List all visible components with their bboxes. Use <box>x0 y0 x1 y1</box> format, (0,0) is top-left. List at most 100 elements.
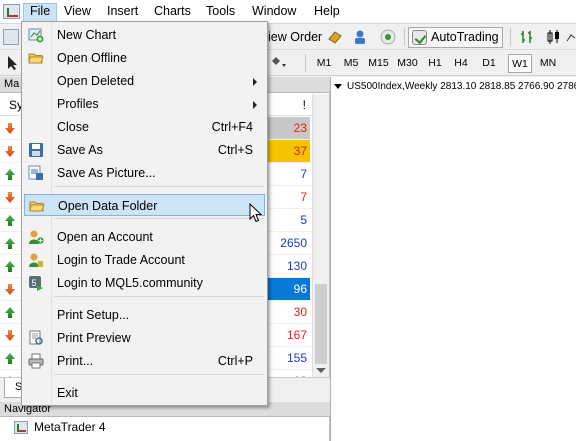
menu-item-exit[interactable]: Exit <box>24 382 265 404</box>
timeframe-m30[interactable]: M30 <box>395 54 420 73</box>
scrollbar-thumb[interactable] <box>315 284 327 364</box>
chart-symbol-header: US500Index,Weekly 2813.10 2818.85 2766.9… <box>334 81 576 92</box>
menu-item-new-chart[interactable]: New Chart <box>24 24 265 46</box>
menu-item-print-preview[interactable]: Print Preview <box>24 327 265 349</box>
dropdown-triangle-icon[interactable] <box>334 83 342 89</box>
navigator-root-item[interactable]: MetaTrader 4 <box>14 420 106 435</box>
login-icon <box>28 252 44 268</box>
arrow-up-icon <box>5 353 15 364</box>
menu-item-label: Profiles <box>57 97 99 111</box>
toolbar-separator <box>305 54 306 72</box>
menu-item-label: Open Data Folder <box>58 199 158 213</box>
toolbar-separator <box>510 28 511 46</box>
row-value: 5 <box>300 213 307 227</box>
toolbar-separator <box>404 28 405 46</box>
arrow-up-icon <box>5 238 15 249</box>
menu-item-shortcut: Ctrl+F4 <box>211 120 253 134</box>
chart-window[interactable]: US500Index,Weekly 2813.10 2818.85 2766.9… <box>331 77 576 441</box>
menu-item-save-as-picture[interactable]: Save As Picture... <box>24 162 265 184</box>
candlestick-icon[interactable] <box>545 29 561 45</box>
arrow-down-icon <box>5 330 15 341</box>
floppy-disk-icon <box>28 142 44 158</box>
market-watch-scrollbar[interactable] <box>312 94 329 377</box>
radio-icon[interactable] <box>380 29 396 45</box>
navigator-root-label: MetaTrader 4 <box>34 420 106 434</box>
row-value: 130 <box>286 259 307 273</box>
row-value: 7 <box>300 167 307 181</box>
menu-help[interactable]: Help <box>308 3 346 22</box>
new-chart-icon <box>28 27 44 43</box>
extra-column-header[interactable]: ! <box>303 98 306 112</box>
menu-tools[interactable]: Tools <box>200 3 241 22</box>
navigator-panel: Navigator MetaTrader 4 <box>0 402 330 441</box>
menu-item-label: Open Offline <box>57 51 127 65</box>
menu-view[interactable]: View <box>58 3 97 22</box>
cursor-icon[interactable] <box>6 55 18 71</box>
row-value: 7 <box>300 190 307 204</box>
autotrading-label: AutoTrading <box>431 30 499 44</box>
menu-item-open-offline[interactable]: Open Offline <box>24 47 265 69</box>
row-value: 167 <box>286 328 307 342</box>
arrow-down-icon <box>5 284 15 295</box>
menu-item-close[interactable]: Close Ctrl+F4 <box>24 116 265 138</box>
print-preview-icon <box>28 330 44 346</box>
menu-item-label: Login to MQL5.community <box>57 276 203 290</box>
timeframe-m15[interactable]: M15 <box>366 54 391 73</box>
mouse-cursor-icon <box>249 202 263 223</box>
menu-item-label: Open an Account <box>57 230 153 244</box>
printer-icon <box>28 353 44 369</box>
timeframe-h4[interactable]: H4 <box>450 54 472 73</box>
menu-item-label: Print Setup... <box>57 308 130 322</box>
menu-item-label: Close <box>57 120 89 134</box>
new-chart-icon[interactable] <box>3 29 19 45</box>
menu-item-print-setup[interactable]: Print Setup... <box>24 304 265 326</box>
new-order-button[interactable]: iew Order <box>268 29 322 47</box>
timeframe-m5[interactable]: M5 <box>340 54 362 73</box>
market-icon[interactable] <box>327 29 343 45</box>
menu-file[interactable]: File <box>23 3 58 22</box>
menu-separator <box>54 374 264 375</box>
menu-charts[interactable]: Charts <box>148 3 197 22</box>
shapes-icon[interactable] <box>270 55 286 71</box>
menu-item-open-deleted[interactable]: Open Deleted <box>24 70 265 92</box>
menu-item-shortcut: Ctrl+P <box>217 354 253 368</box>
arrow-down-icon <box>5 123 15 134</box>
line-chart-icon[interactable] <box>566 29 576 45</box>
autotrading-button[interactable]: AutoTrading <box>408 27 503 48</box>
row-value: 30 <box>293 305 307 319</box>
arrow-up-icon <box>5 261 15 272</box>
menu-item-print[interactable]: Print... Ctrl+P <box>24 350 265 372</box>
menu-item-label: Login to Trade Account <box>57 253 185 267</box>
menu-separator <box>54 218 264 219</box>
menu-item-label: Save As Picture... <box>57 166 156 180</box>
folder-icon <box>28 50 44 66</box>
scroll-down-arrow[interactable] <box>316 368 326 373</box>
submenu-arrow-icon <box>253 78 257 86</box>
menu-item-open-an-account[interactable]: Open an Account <box>24 226 265 248</box>
menu-separator <box>54 186 264 187</box>
row-value: 96 <box>293 282 307 296</box>
signals-icon[interactable] <box>352 29 368 45</box>
menu-insert[interactable]: Insert <box>101 3 144 22</box>
menu-item-login-trade-account[interactable]: Login to Trade Account <box>24 249 265 271</box>
timeframe-d1[interactable]: D1 <box>478 54 500 73</box>
menu-item-save-as[interactable]: Save As Ctrl+S <box>24 139 265 161</box>
app-icon <box>3 4 20 19</box>
bar-chart-icon[interactable] <box>519 29 535 45</box>
menu-window[interactable]: Window <box>246 3 302 22</box>
mql5-icon: 5 <box>28 275 44 291</box>
menu-item-shortcut: Ctrl+S <box>217 143 253 157</box>
menu-item-open-data-folder[interactable]: Open Data Folder <box>24 194 265 216</box>
svg-text:5: 5 <box>32 278 37 288</box>
menu-item-label: Save As <box>57 143 103 157</box>
timeframe-w1[interactable]: W1 <box>508 54 532 73</box>
autotrading-icon <box>412 30 427 45</box>
timeframe-h1[interactable]: H1 <box>424 54 446 73</box>
timeframe-m1[interactable]: M1 <box>313 54 335 73</box>
menu-item-label: Print Preview <box>57 331 131 345</box>
menu-item-login-mql5[interactable]: 5 Login to MQL5.community <box>24 272 265 294</box>
menu-item-profiles[interactable]: Profiles <box>24 93 265 115</box>
menu-item-label: Print... <box>57 354 94 368</box>
timeframe-mn[interactable]: MN <box>536 54 560 73</box>
chart-symbol-text: US500Index,Weekly 2813.10 2818.85 2766.9… <box>347 81 576 92</box>
